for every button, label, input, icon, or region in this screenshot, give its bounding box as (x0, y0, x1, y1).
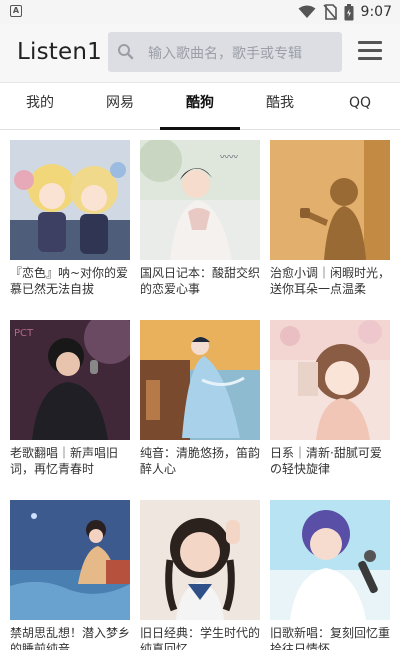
search-icon (118, 44, 134, 60)
playlist-cover[interactable] (140, 320, 260, 440)
app-title: Listen1 (17, 39, 102, 65)
no-sim-icon (322, 4, 337, 20)
playlist-card[interactable]: 禁胡思乱想！潜入梦乡的睡前纯音 (10, 500, 130, 650)
menu-icon-bar (358, 49, 382, 52)
wifi-icon (298, 5, 316, 18)
battery-icon (344, 3, 354, 20)
playlist-title: 旧日经典：学生时代的纯真回忆 (140, 626, 260, 650)
tab-mine[interactable]: 我的 (0, 83, 80, 129)
menu-icon (358, 41, 382, 44)
playlist-card[interactable]: 日系｜清新·甜腻可爱の轻快旋律 (270, 320, 390, 477)
playlist-grid: 『恋色』呐~对你的爱慕已然无法自拔 〰〰 国风日记本：酸甜交织的恋爱心事 治愈小… (0, 131, 400, 650)
playlist-card[interactable]: 〰〰 国风日记本：酸甜交织的恋爱心事 (140, 140, 260, 297)
playlist-cover[interactable]: PCT (10, 320, 130, 440)
playlist-title: 老歌翻唱｜新声唱旧词，再忆青春时 (10, 446, 119, 476)
svg-text:〰〰: 〰〰 (220, 153, 238, 163)
playlist-card[interactable]: PCT 老歌翻唱｜新声唱旧词，再忆青春时 (10, 320, 130, 477)
search-placeholder: 输入歌曲名，歌手或专辑 (148, 46, 302, 62)
status-bar: A 9:07 (0, 0, 400, 24)
tab-kugou[interactable]: 酷狗 (160, 83, 240, 130)
playlist-card[interactable]: 旧歌新唱：复刻回忆重拾往日情怀 (270, 500, 390, 650)
playlist-title: 纯音：清脆悠扬，笛韵醉人心 (140, 446, 260, 476)
menu-icon-bar (358, 57, 382, 60)
playlist-title: 旧歌新唱：复刻回忆重拾往日情怀 (270, 626, 390, 650)
playlist-cover[interactable] (10, 500, 130, 620)
status-time: 9:07 (360, 4, 392, 20)
playlist-title: 禁胡思乱想！潜入梦乡的睡前纯音 (10, 626, 130, 650)
playlist-cover[interactable] (270, 320, 390, 440)
playlist-card[interactable]: 纯音：清脆悠扬，笛韵醉人心 (140, 320, 260, 477)
playlist-cover[interactable] (270, 500, 390, 620)
playlist-card[interactable]: 『恋色』呐~对你的爱慕已然无法自拔 (10, 140, 130, 297)
playlist-title: 治愈小调｜闲暇时光，送你耳朵一点温柔 (270, 266, 390, 296)
tab-netease[interactable]: 网易 (80, 83, 160, 129)
menu-button[interactable] (358, 41, 382, 61)
playlist-title: 国风日记本：酸甜交织的恋爱心事 (140, 266, 260, 296)
playlist-cover[interactable] (270, 140, 390, 260)
playlist-cover[interactable]: 〰〰 (140, 140, 260, 260)
notification-a-icon: A (10, 5, 22, 17)
tab-kuwo[interactable]: 酷我 (240, 83, 320, 129)
app-bar: Listen1 输入歌曲名，歌手或专辑 (0, 24, 400, 82)
playlist-cover[interactable] (10, 140, 130, 260)
search-input[interactable]: 输入歌曲名，歌手或专辑 (108, 32, 342, 72)
source-tabs: 我的 网易 酷狗 酷我 QQ (0, 82, 400, 130)
playlist-card[interactable]: 治愈小调｜闲暇时光，送你耳朵一点温柔 (270, 140, 390, 297)
playlist-title: 『恋色』呐~对你的爱慕已然无法自拔 (10, 266, 129, 296)
tab-qq[interactable]: QQ (320, 83, 400, 129)
playlist-cover[interactable] (140, 500, 260, 620)
playlist-card[interactable]: 旧日经典：学生时代的纯真回忆 (140, 500, 260, 650)
playlist-title: 日系｜清新·甜腻可爱の轻快旋律 (270, 446, 382, 476)
svg-text:PCT: PCT (14, 328, 34, 339)
